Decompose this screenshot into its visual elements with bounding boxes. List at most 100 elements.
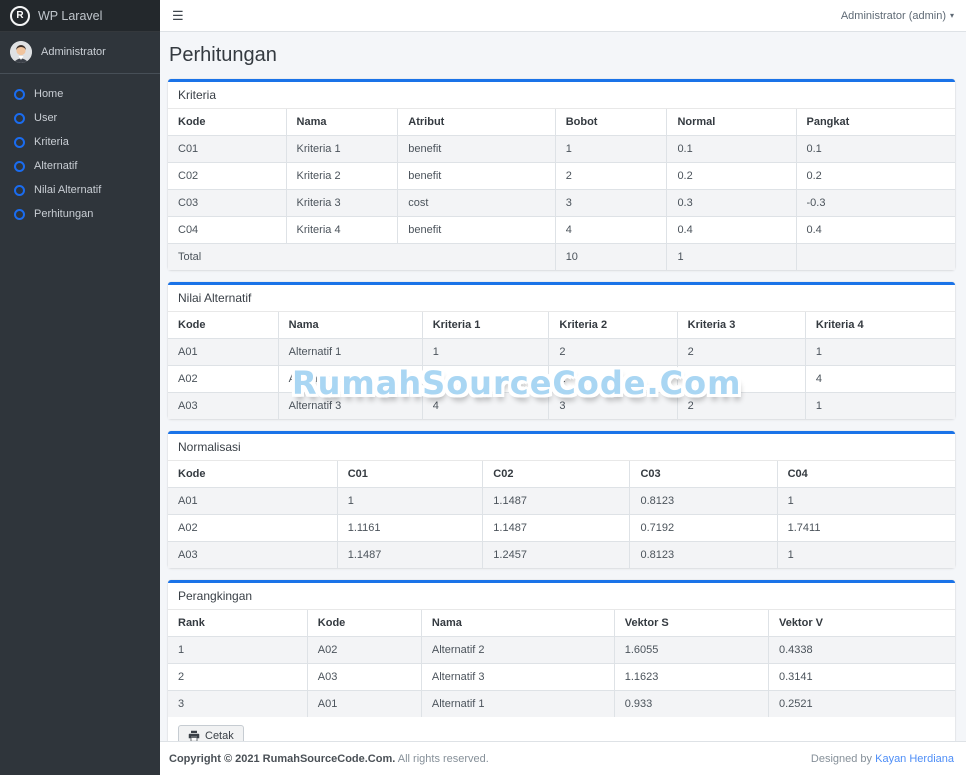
avatar: [10, 41, 32, 63]
column-header: Kode: [168, 461, 337, 488]
main-content: Perhitungan Kriteria KodeNamaAtributBobo…: [160, 32, 966, 741]
table-row: Total101: [168, 244, 955, 271]
table-cell: 0.4: [667, 217, 796, 244]
sidebar-item-label: Perhitungan: [34, 208, 93, 220]
column-header: Pangkat: [796, 109, 955, 136]
sidebar-item-nilai-alternatif[interactable]: Nilai Alternatif: [0, 178, 160, 202]
table-cell: 1: [777, 488, 955, 515]
table-cell: 10: [555, 244, 667, 271]
table-header-row: RankKodeNamaVektor SVektor V: [168, 610, 955, 637]
card-nilai-alternatif: Nilai Alternatif KodeNamaKriteria 1Krite…: [168, 282, 955, 419]
table-cell: Kriteria 1: [286, 136, 398, 163]
column-header: Nama: [278, 312, 422, 339]
table-cell: 2: [168, 664, 307, 691]
footer-designed: Designed by Kayan Herdiana: [811, 753, 954, 765]
table-cell: 1: [667, 244, 796, 271]
table-cell: A01: [168, 488, 337, 515]
brand-link[interactable]: R WP Laravel: [0, 0, 160, 32]
app-title: WP Laravel: [38, 9, 102, 23]
table-cell: A01: [307, 691, 421, 718]
table-cell: 4: [422, 393, 549, 420]
table-cell: 2: [549, 366, 677, 393]
table-cell: 2: [677, 393, 805, 420]
table-cell: 4: [555, 217, 667, 244]
table-row: A02Alternatif 23234: [168, 366, 955, 393]
sidebar-user-name: Administrator: [41, 46, 106, 58]
table-cell: 1: [805, 339, 955, 366]
table-cell: 3: [677, 366, 805, 393]
table-cell: A02: [307, 637, 421, 664]
table-row: 2A03Alternatif 31.16230.3141: [168, 664, 955, 691]
table-cell: 4: [805, 366, 955, 393]
table-cell: A01: [168, 339, 278, 366]
table-cell: Kriteria 4: [286, 217, 398, 244]
table-cell: 0.3: [667, 190, 796, 217]
sidebar: R WP Laravel Administrator Home UserKrite…: [0, 0, 160, 775]
table-cell: Alternatif 2: [421, 637, 614, 664]
table-cell: 1: [777, 542, 955, 569]
sidebar-nav: Home UserKriteriaAlternatif Nilai Alternat…: [0, 82, 160, 226]
card-title: Perangkingan: [168, 583, 955, 610]
print-button-label: Cetak: [205, 730, 234, 741]
user-panel-link[interactable]: Administrator: [0, 32, 160, 74]
table-cell: C03: [168, 190, 286, 217]
card-title: Normalisasi: [168, 434, 955, 461]
table-header-row: KodeC01C02C03C04: [168, 461, 955, 488]
table-row: C03Kriteria 3cost30.3-0.3: [168, 190, 955, 217]
table-cell: C02: [168, 163, 286, 190]
circle-outline-icon: [14, 137, 25, 148]
table-cell: 0.8123: [630, 542, 777, 569]
sidebar-item-alternatif[interactable]: Alternatif: [0, 154, 160, 178]
sidebar-item-label: Home: [34, 88, 63, 100]
table-cell: 1: [422, 339, 549, 366]
footer: Copyright © 2021 RumahSourceCode.Com. Al…: [160, 741, 966, 775]
circle-outline-icon: [14, 161, 25, 172]
column-header: Kriteria 3: [677, 312, 805, 339]
designer-link[interactable]: Kayan Herdiana: [875, 753, 954, 765]
column-header: Kode: [168, 312, 278, 339]
user-dropdown[interactable]: Administrator (admin) ▾: [841, 10, 954, 22]
circle-outline-icon: [14, 113, 25, 124]
table-cell: benefit: [398, 136, 555, 163]
column-header: Vektor S: [614, 610, 768, 637]
sidebar-item-label: Nilai Alternatif: [34, 184, 101, 196]
card-kriteria: Kriteria KodeNamaAtributBobotNormalPangk…: [168, 79, 955, 270]
card-title: Kriteria: [168, 82, 955, 109]
table-cell: 0.3141: [768, 664, 955, 691]
print-button[interactable]: Cetak: [178, 725, 244, 741]
table-cell: 0.8123: [630, 488, 777, 515]
column-header: Kriteria 1: [422, 312, 549, 339]
table-cell: A03: [168, 393, 278, 420]
column-header: Nama: [421, 610, 614, 637]
table-cell: 3: [422, 366, 549, 393]
sidebar-item-home[interactable]: Home: [0, 82, 160, 106]
table-cell: 0.4338: [768, 637, 955, 664]
table-cell: 1: [168, 637, 307, 664]
table-cell: 0.2521: [768, 691, 955, 718]
table-cell: Alternatif 3: [421, 664, 614, 691]
table-cell: 1.1623: [614, 664, 768, 691]
column-header: Normal: [667, 109, 796, 136]
circle-outline-icon: [14, 185, 25, 196]
table-cell: 1: [555, 136, 667, 163]
printer-icon: [188, 730, 200, 741]
table-cell: C04: [168, 217, 286, 244]
normalisasi-table: KodeC01C02C03C04A0111.14870.81231A021.11…: [168, 461, 955, 568]
table-cell: 3: [549, 393, 677, 420]
sidebar-item-kriteria[interactable]: Kriteria: [0, 130, 160, 154]
sidebar-item-user[interactable]: User: [0, 106, 160, 130]
sidebar-item-perhitungan[interactable]: Perhitungan: [0, 202, 160, 226]
circle-outline-icon: [14, 89, 25, 100]
column-header: C04: [777, 461, 955, 488]
card-title: Nilai Alternatif: [168, 285, 955, 312]
user-dropdown-label: Administrator (admin): [841, 10, 946, 22]
column-header: Nama: [286, 109, 398, 136]
column-header: Bobot: [555, 109, 667, 136]
hamburger-menu-icon[interactable]: ☰: [172, 9, 184, 22]
column-header: Vektor V: [768, 610, 955, 637]
table-cell: A03: [307, 664, 421, 691]
table-row: C02Kriteria 2benefit20.20.2: [168, 163, 955, 190]
table-header-row: KodeNamaKriteria 1Kriteria 2Kriteria 3Kr…: [168, 312, 955, 339]
column-header: Kriteria 4: [805, 312, 955, 339]
column-header: Kriteria 2: [549, 312, 677, 339]
